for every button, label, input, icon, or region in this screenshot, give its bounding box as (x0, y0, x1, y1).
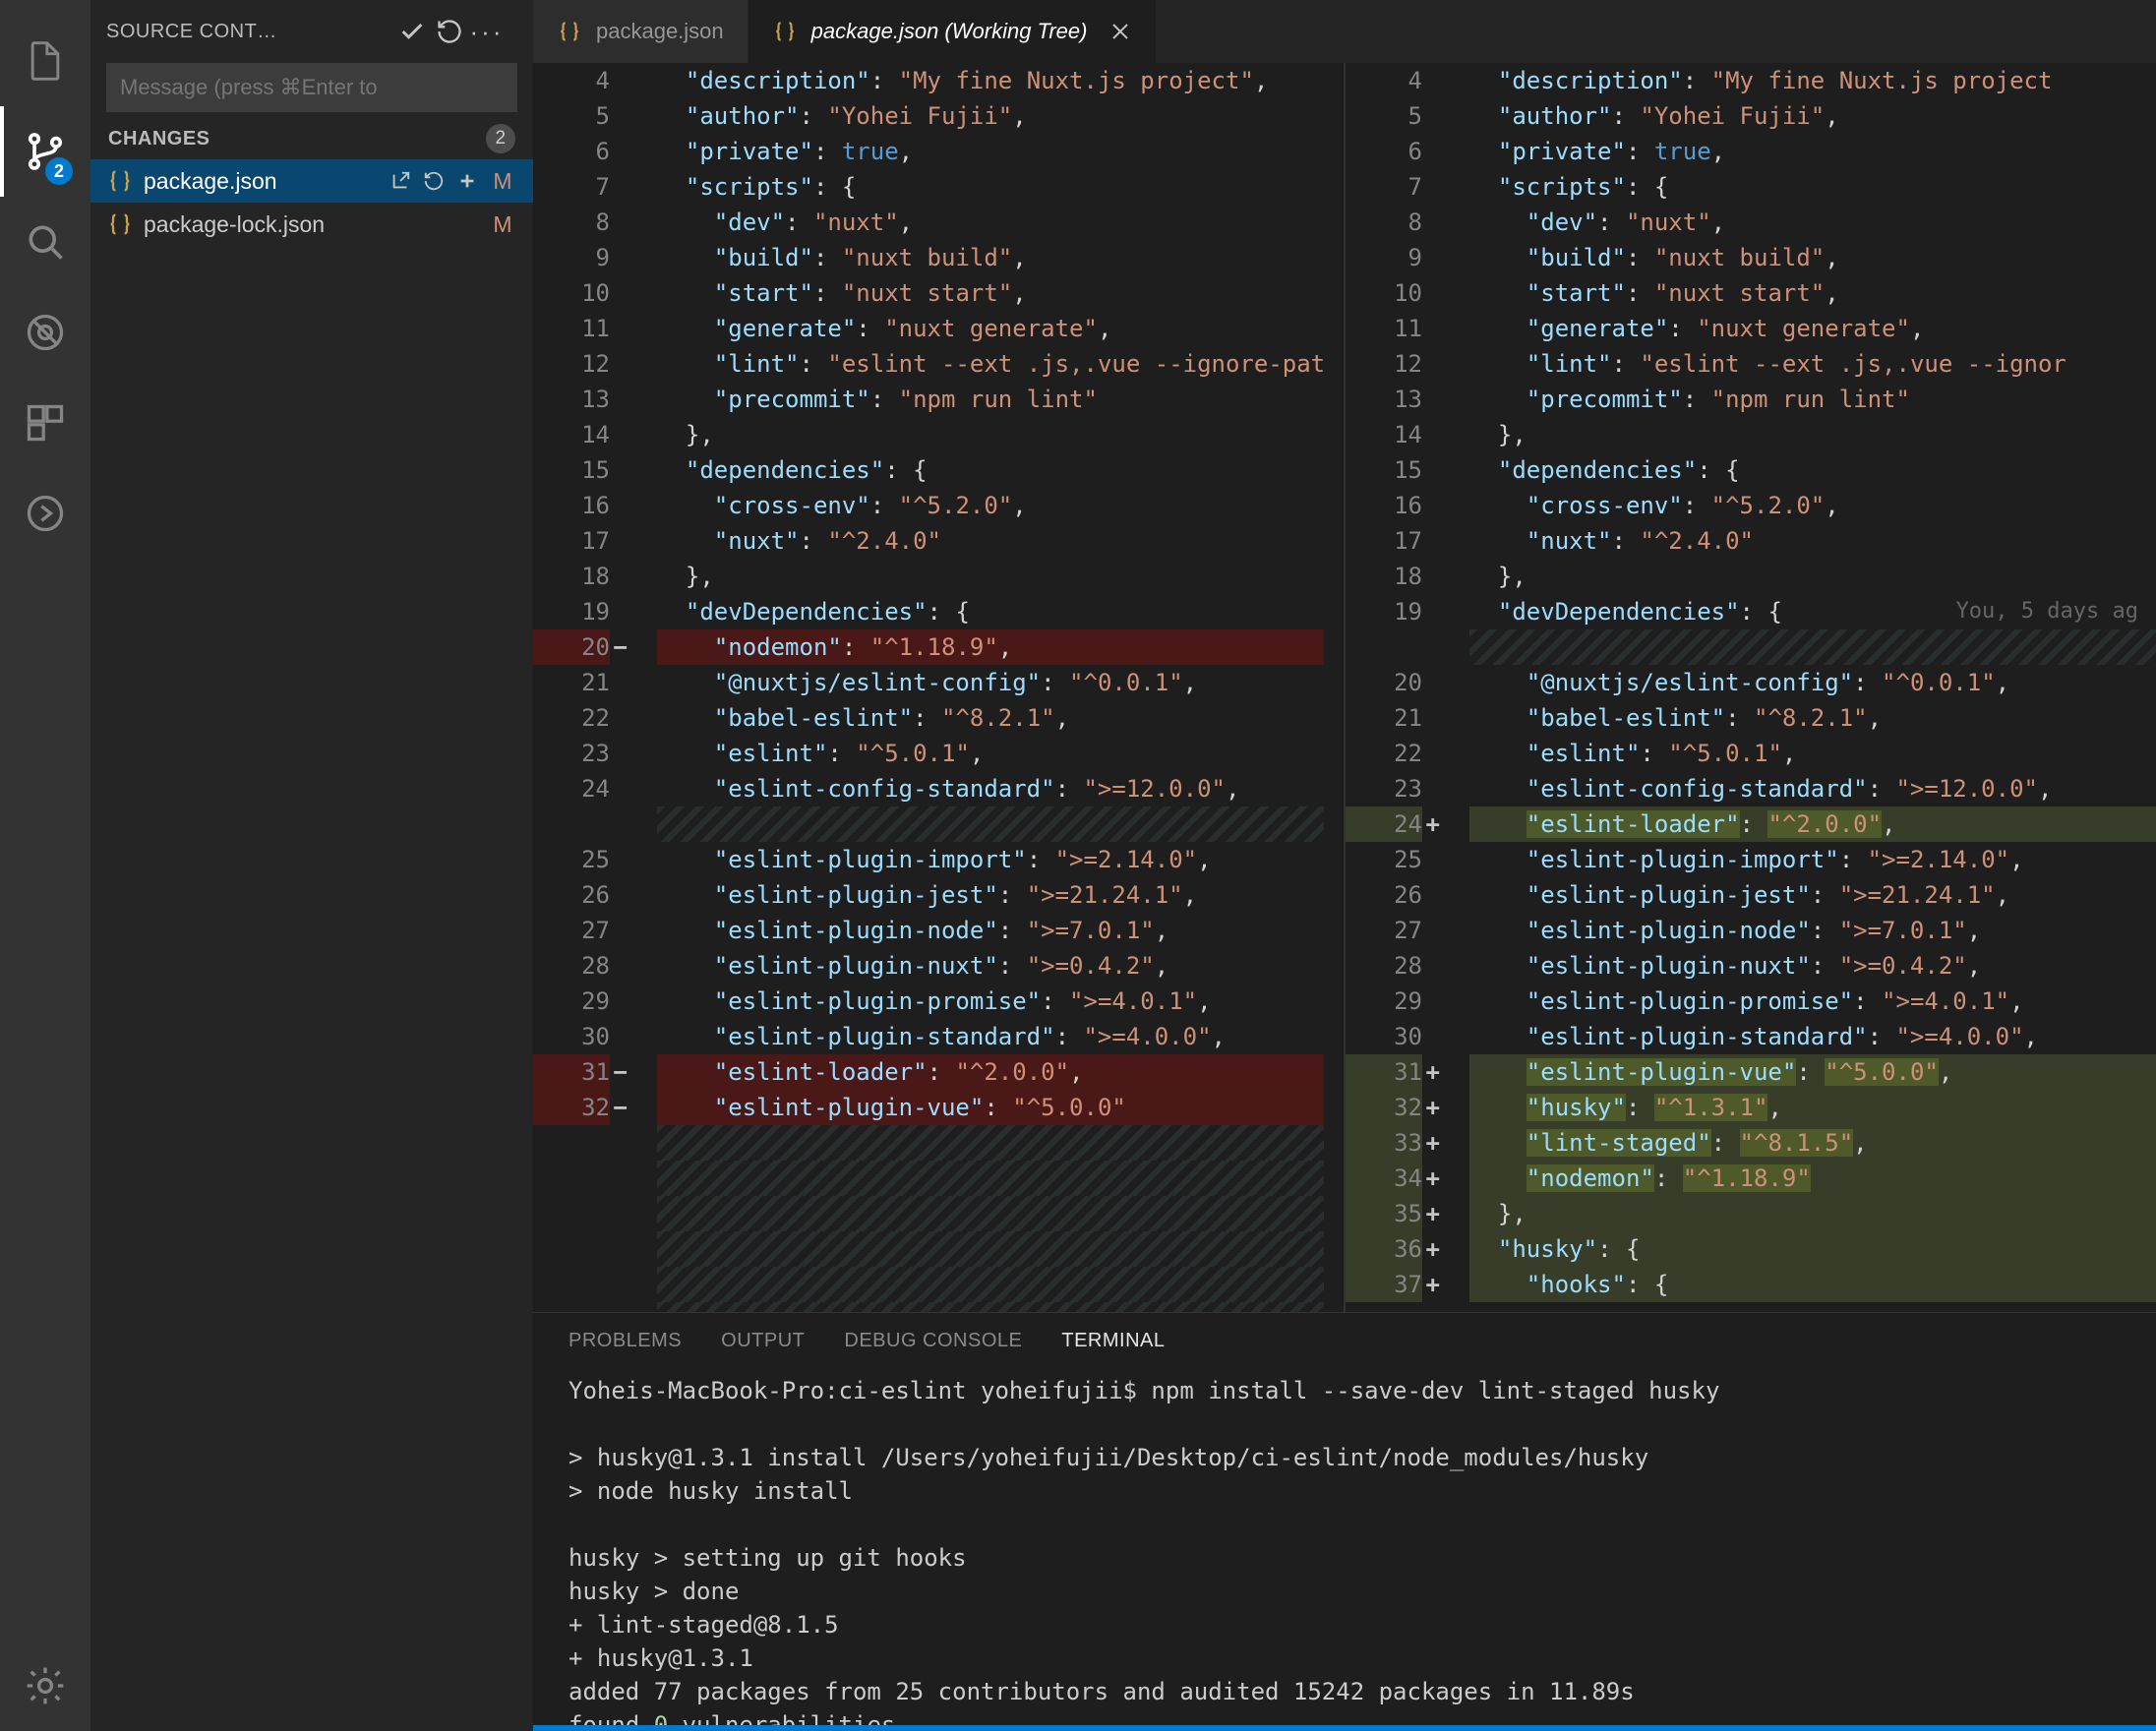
bug-icon (24, 311, 67, 354)
commit-action[interactable] (393, 13, 431, 50)
tab-label: package.json (596, 19, 724, 44)
activity-settings[interactable] (0, 1641, 90, 1731)
gear-icon (24, 1664, 67, 1707)
editor-tab[interactable]: package.json (Working Tree) (749, 0, 1158, 63)
close-icon[interactable] (1108, 20, 1132, 43)
bottom-panel: PROBLEMS OUTPUT DEBUG CONSOLE TERMINAL Yohe… (533, 1312, 2156, 1725)
activity-explorer[interactable] (0, 16, 90, 106)
json-icon (106, 210, 134, 238)
commit-message-input[interactable] (106, 63, 517, 112)
main-area: package.json package.json (Working Tree)… (533, 0, 2156, 1731)
sidebar: SOURCE CONT… ··· CHANGES 2 package.json … (90, 0, 533, 1731)
activity-source-control[interactable]: 2 (0, 106, 90, 197)
changes-count: 2 (486, 124, 515, 153)
open-file-icon[interactable] (386, 166, 415, 196)
diff-editor: 4567891011121314151617181920212223242526… (533, 63, 2156, 1312)
app-root: 2 SOURCE CONT… ··· CHANGES (0, 0, 2156, 1731)
diff-original-pane[interactable]: 4567891011121314151617181920212223242526… (533, 63, 1344, 1312)
activity-remote[interactable] (0, 468, 90, 559)
files-icon (24, 39, 67, 83)
refresh-icon (436, 18, 463, 45)
search-icon (24, 220, 67, 264)
scm-badge: 2 (45, 157, 73, 185)
remote-icon (24, 492, 67, 535)
changes-header[interactable]: CHANGES 2 (90, 118, 533, 159)
file-status: M (488, 168, 517, 195)
editor-tabs: package.json package.json (Working Tree) (533, 0, 2156, 63)
panel-tab-problems[interactable]: PROBLEMS (569, 1330, 682, 1352)
json-icon (106, 167, 134, 195)
activity-search[interactable] (0, 197, 90, 287)
diff-modified-pane[interactable]: 4567891011121314151617181920212223242526… (1346, 63, 2156, 1312)
refresh-action[interactable] (431, 13, 468, 50)
changed-file-row[interactable]: package.json M (90, 159, 533, 203)
status-bar (533, 1725, 2156, 1731)
file-name: package-lock.json (144, 211, 482, 238)
changed-files-list: package.json M package-lock.json M (90, 159, 533, 1731)
activity-bar: 2 (0, 0, 90, 1731)
panel-tab-debug-console[interactable]: DEBUG CONSOLE (844, 1330, 1022, 1352)
changed-file-row[interactable]: package-lock.json M (90, 203, 533, 246)
file-status: M (488, 211, 517, 238)
json-icon (772, 19, 798, 44)
terminal-output[interactable]: Yoheis-MacBook-Pro:ci-eslint yoheifujii$… (533, 1368, 2156, 1725)
activity-debug[interactable] (0, 287, 90, 378)
changes-label: CHANGES (108, 128, 210, 150)
git-blame-annotation: You, 5 days ag (1956, 594, 2138, 629)
panel-tab-terminal[interactable]: TERMINAL (1061, 1330, 1165, 1352)
tab-label: package.json (Working Tree) (811, 19, 1088, 44)
json-icon (557, 19, 582, 44)
editor-tab[interactable]: package.json (533, 0, 749, 63)
sidebar-header: SOURCE CONT… ··· (90, 0, 533, 63)
stage-icon[interactable] (452, 166, 482, 196)
check-icon (398, 18, 426, 45)
discard-icon[interactable] (419, 166, 449, 196)
file-name: package.json (144, 168, 386, 195)
panel-tabs: PROBLEMS OUTPUT DEBUG CONSOLE TERMINAL (533, 1313, 2156, 1368)
commit-box (106, 63, 517, 112)
panel-tab-output[interactable]: OUTPUT (721, 1330, 805, 1352)
extensions-icon (24, 401, 67, 445)
activity-extensions[interactable] (0, 378, 90, 468)
sidebar-title: SOURCE CONT… (106, 21, 393, 43)
more-action[interactable]: ··· (468, 13, 506, 50)
